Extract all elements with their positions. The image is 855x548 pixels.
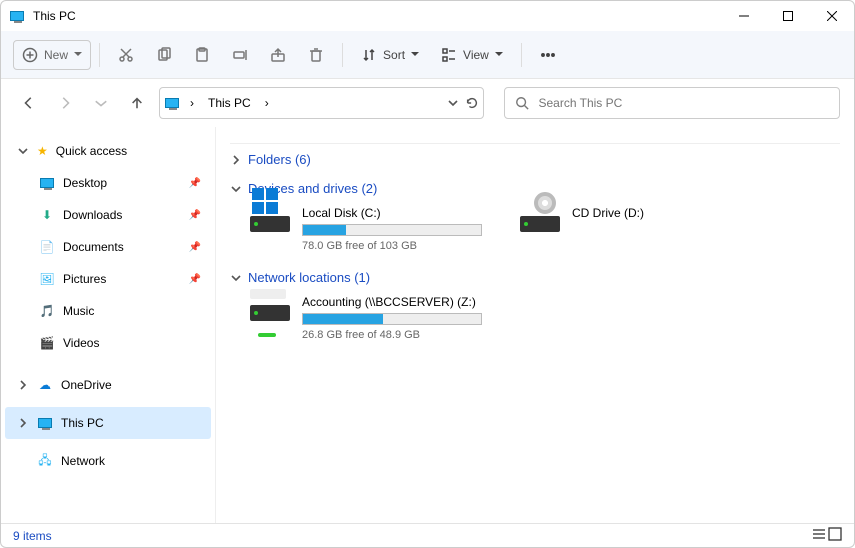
pin-icon: 📌 [189, 210, 201, 221]
star-icon: ★ [37, 144, 48, 158]
group-network[interactable]: Network locations (1) [230, 266, 840, 289]
pin-icon: 📌 [189, 242, 201, 253]
sidebar-item-documents[interactable]: 📄Documents📌 [5, 231, 211, 263]
recent-locations-button[interactable] [87, 89, 115, 117]
copy-icon [156, 47, 172, 63]
ellipsis-icon [540, 47, 556, 63]
sort-icon [361, 47, 377, 63]
scissors-icon [118, 47, 134, 63]
new-button[interactable]: New [13, 40, 91, 70]
details-view-button[interactable] [812, 527, 826, 544]
sidebar-item-desktop[interactable]: Desktop📌 [5, 167, 211, 199]
sidebar-quick-access[interactable]: ★ Quick access [5, 135, 211, 167]
pictures-icon: 🖼 [39, 271, 55, 287]
clipboard-icon [194, 47, 210, 63]
titlebar: This PC [1, 1, 854, 31]
plus-circle-icon [22, 47, 38, 63]
forward-button[interactable] [51, 89, 79, 117]
downloads-icon: ⬇ [39, 207, 55, 223]
onedrive-icon: ☁ [37, 377, 53, 393]
sidebar-network[interactable]: 🖧Network [5, 445, 211, 477]
refresh-button[interactable] [465, 96, 479, 110]
sidebar-item-pictures[interactable]: 🖼Pictures📌 [5, 263, 211, 295]
paste-button[interactable] [184, 37, 220, 73]
desktop-icon [39, 175, 55, 191]
more-button[interactable] [530, 37, 566, 73]
status-text: 9 items [13, 529, 52, 543]
sort-label: Sort [383, 48, 405, 62]
breadcrumb-root-chevron[interactable]: › [186, 94, 198, 112]
documents-icon: 📄 [39, 239, 55, 255]
rename-icon [232, 47, 248, 63]
sidebar-this-pc[interactable]: This PC [5, 407, 211, 439]
breadcrumb-this-pc[interactable]: This PC [204, 94, 255, 112]
thumbnails-view-button[interactable] [828, 527, 842, 544]
sidebar-label: Quick access [56, 144, 127, 158]
minimize-button[interactable] [722, 1, 766, 31]
breadcrumb-chevron[interactable]: › [261, 94, 273, 112]
share-button[interactable] [260, 37, 296, 73]
view-icon [441, 47, 457, 63]
view-label: View [463, 48, 489, 62]
sort-button[interactable]: Sort [351, 37, 429, 73]
view-button[interactable]: View [431, 37, 513, 73]
rename-button[interactable] [222, 37, 258, 73]
drive-network-z[interactable]: Accounting (\\BCCSERVER) (Z:) 26.8 GB fr… [248, 295, 488, 341]
network-drive-icon [248, 295, 292, 331]
this-pc-icon [9, 8, 25, 24]
window-title: This PC [33, 9, 76, 23]
sidebar-item-music[interactable]: 🎵Music [5, 295, 211, 327]
search-input[interactable] [539, 96, 830, 110]
address-history-button[interactable] [447, 97, 459, 109]
close-button[interactable] [810, 1, 854, 31]
copy-button[interactable] [146, 37, 182, 73]
back-button[interactable] [15, 89, 43, 117]
status-bar: 9 items [1, 523, 854, 547]
nav-sidebar: ★ Quick access Desktop📌 ⬇Downloads📌 📄Doc… [1, 127, 216, 523]
navigation-row: › This PC › [1, 79, 854, 127]
share-icon [270, 47, 286, 63]
windows-drive-icon [248, 206, 292, 242]
music-icon: 🎵 [39, 303, 55, 319]
videos-icon: 🎬 [39, 335, 55, 351]
capacity-bar [302, 313, 482, 325]
new-label: New [44, 48, 68, 62]
delete-button[interactable] [298, 37, 334, 73]
this-pc-icon [37, 415, 53, 431]
pin-icon: 📌 [189, 178, 201, 189]
up-button[interactable] [123, 89, 151, 117]
address-bar[interactable]: › This PC › [159, 87, 484, 119]
this-pc-icon [164, 95, 180, 111]
group-folders[interactable]: Folders (6) [230, 143, 840, 171]
sidebar-item-downloads[interactable]: ⬇Downloads📌 [5, 199, 211, 231]
drive-local-c[interactable]: Local Disk (C:) 78.0 GB free of 103 GB [248, 206, 488, 252]
search-box[interactable] [504, 87, 841, 119]
sidebar-item-videos[interactable]: 🎬Videos [5, 327, 211, 359]
capacity-bar [302, 224, 482, 236]
cut-button[interactable] [108, 37, 144, 73]
sidebar-onedrive[interactable]: ☁OneDrive [5, 369, 211, 401]
trash-icon [308, 47, 324, 63]
maximize-button[interactable] [766, 1, 810, 31]
pin-icon: 📌 [189, 274, 201, 285]
search-icon [515, 96, 529, 110]
command-toolbar: New Sort View [1, 31, 854, 79]
drive-cd-d[interactable]: CD Drive (D:) [518, 206, 758, 252]
content-pane: Folders (6) Devices and drives (2) Local… [216, 127, 854, 523]
cd-drive-icon [518, 206, 562, 242]
network-icon: 🖧 [37, 453, 53, 469]
